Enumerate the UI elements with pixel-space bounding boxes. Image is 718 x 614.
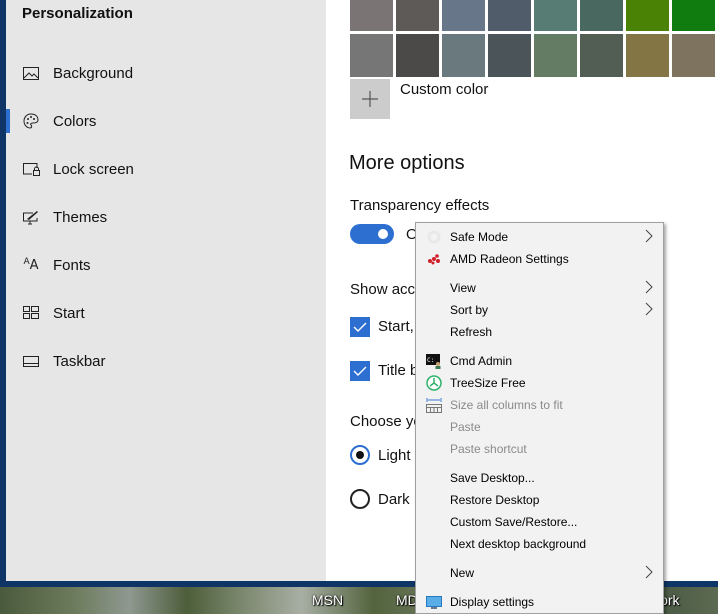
- accent-color-swatch[interactable]: [672, 0, 715, 31]
- accent-color-swatch[interactable]: [534, 0, 577, 31]
- menu-item-label: AMD Radeon Settings: [450, 252, 569, 266]
- sidebar-item-fonts[interactable]: AA Fonts: [6, 247, 326, 283]
- accent-color-swatch[interactable]: [350, 0, 393, 31]
- menu-item-label: Save Desktop...: [450, 471, 535, 485]
- sidebar: Personalization Background Colors Lock s…: [6, 0, 326, 581]
- treesize-icon: [426, 375, 442, 391]
- cmd-admin-icon: C:: [426, 354, 441, 369]
- menu-item-label: Refresh: [450, 325, 493, 339]
- menu-item-size-all-columns[interactable]: Size all columns to fit: [416, 394, 663, 416]
- menu-item-label: Paste: [450, 420, 481, 434]
- menu-item-label: Size all columns to fit: [450, 398, 563, 412]
- sidebar-item-label: Themes: [53, 208, 108, 226]
- menu-item-label: Sort by: [450, 303, 489, 317]
- menu-item-new[interactable]: New: [416, 562, 663, 584]
- sidebar-item-label: Fonts: [53, 256, 91, 274]
- menu-item-paste[interactable]: Paste: [416, 416, 663, 438]
- menu-item-label: Custom Save/Restore...: [450, 515, 578, 529]
- menu-item-custom-save-restore[interactable]: Custom Save/Restore...: [416, 511, 663, 533]
- menu-item-treesize-free[interactable]: TreeSize Free: [416, 372, 663, 394]
- custom-color-button[interactable]: [350, 79, 390, 119]
- chevron-right-icon: [645, 302, 653, 316]
- plus-icon: [362, 91, 378, 107]
- dark-mode-radio[interactable]: [350, 489, 370, 509]
- menu-item-label: New: [450, 566, 475, 580]
- accent-color-swatch[interactable]: [488, 34, 531, 77]
- menu-item-safe-mode[interactable]: Safe Mode: [416, 226, 663, 248]
- sidebar-item-background[interactable]: Background: [6, 55, 326, 91]
- menu-item-label: Safe Mode: [450, 230, 509, 244]
- display-icon: [426, 596, 442, 609]
- sidebar-item-taskbar[interactable]: Taskbar: [6, 343, 326, 379]
- start-taskbar-checkbox[interactable]: [350, 317, 370, 337]
- menu-item-paste-shortcut[interactable]: Paste shortcut: [416, 438, 663, 460]
- sidebar-item-themes[interactable]: Themes: [6, 199, 326, 235]
- themes-brush-icon: [22, 208, 40, 226]
- amd-radeon-icon: [428, 254, 440, 265]
- sidebar-item-label: Colors: [53, 112, 97, 130]
- columns-fit-icon: [426, 398, 442, 413]
- accent-color-swatch[interactable]: [534, 34, 577, 77]
- accent-color-swatch[interactable]: [580, 0, 623, 31]
- menu-item-label: Cmd Admin: [450, 354, 513, 368]
- menu-item-label: TreeSize Free: [450, 376, 526, 390]
- menu-item-label: View: [450, 281, 476, 295]
- menu-item-restore-desktop[interactable]: Restore Desktop: [416, 489, 663, 511]
- sidebar-item-label: Start: [53, 304, 85, 322]
- menu-item-amd-radeon-settings[interactable]: AMD Radeon Settings: [416, 248, 663, 270]
- accent-color-swatch[interactable]: [672, 34, 715, 77]
- sidebar-item-lock-screen[interactable]: Lock screen: [6, 151, 326, 187]
- svg-text:C:: C:: [427, 357, 434, 364]
- start-tiles-icon: [22, 304, 40, 322]
- sidebar-item-colors[interactable]: Colors: [6, 103, 326, 139]
- menu-item-label: Display settings: [450, 595, 535, 609]
- menu-item-label: Next desktop background: [450, 537, 587, 551]
- transparency-label: Transparency effects: [350, 197, 490, 214]
- chevron-right-icon: [645, 565, 653, 579]
- sidebar-item-start[interactable]: Start: [6, 295, 326, 331]
- picture-icon: [22, 64, 40, 82]
- menu-item-view[interactable]: View: [416, 277, 663, 299]
- accent-color-swatch[interactable]: [442, 34, 485, 77]
- accent-color-swatch[interactable]: [626, 34, 669, 77]
- title-bars-checkbox[interactable]: [350, 361, 370, 381]
- checkmark-icon: [353, 366, 367, 376]
- sidebar-title: Personalization: [22, 5, 133, 22]
- menu-item-sort-by[interactable]: Sort by: [416, 299, 663, 321]
- lock-screen-icon: [22, 160, 40, 178]
- sidebar-item-label: Lock screen: [53, 160, 134, 178]
- custom-color-label[interactable]: Custom color: [400, 81, 488, 98]
- gear-icon: [427, 230, 441, 244]
- menu-item-label: Restore Desktop: [450, 493, 540, 507]
- sidebar-item-label: Taskbar: [53, 352, 106, 370]
- accent-color-swatch[interactable]: [488, 0, 531, 31]
- palette-icon: [22, 112, 40, 130]
- taskbar-icon: [22, 352, 40, 370]
- light-mode-label: Light: [378, 447, 411, 464]
- menu-item-label: Paste shortcut: [450, 442, 527, 456]
- light-mode-radio[interactable]: [350, 445, 370, 465]
- accent-color-grid: [350, 0, 715, 77]
- accent-color-swatch[interactable]: [396, 0, 439, 31]
- accent-color-swatch[interactable]: [580, 34, 623, 77]
- menu-item-refresh[interactable]: Refresh: [416, 321, 663, 343]
- chevron-right-icon: [645, 229, 653, 243]
- dark-mode-label: Dark: [378, 491, 410, 508]
- menu-item-cmd-admin[interactable]: C: Cmd Admin: [416, 350, 663, 372]
- desktop-context-menu: Safe Mode AMD Radeon Settings View Sort …: [415, 222, 664, 614]
- more-options-title: More options: [349, 152, 465, 174]
- menu-item-save-desktop[interactable]: Save Desktop...: [416, 467, 663, 489]
- chevron-right-icon: [645, 280, 653, 294]
- sidebar-item-label: Background: [53, 64, 134, 82]
- desktop-icon-label-msn[interactable]: MSN: [312, 592, 343, 608]
- transparency-toggle[interactable]: [350, 224, 394, 244]
- accent-color-swatch[interactable]: [396, 34, 439, 77]
- checkmark-icon: [353, 322, 367, 332]
- menu-item-display-settings[interactable]: Display settings: [416, 591, 663, 613]
- fonts-icon: AA: [23, 257, 39, 273]
- accent-color-swatch[interactable]: [350, 34, 393, 77]
- accent-color-swatch[interactable]: [442, 0, 485, 31]
- menu-item-next-desktop-background[interactable]: Next desktop background: [416, 533, 663, 555]
- accent-color-swatch[interactable]: [626, 0, 669, 31]
